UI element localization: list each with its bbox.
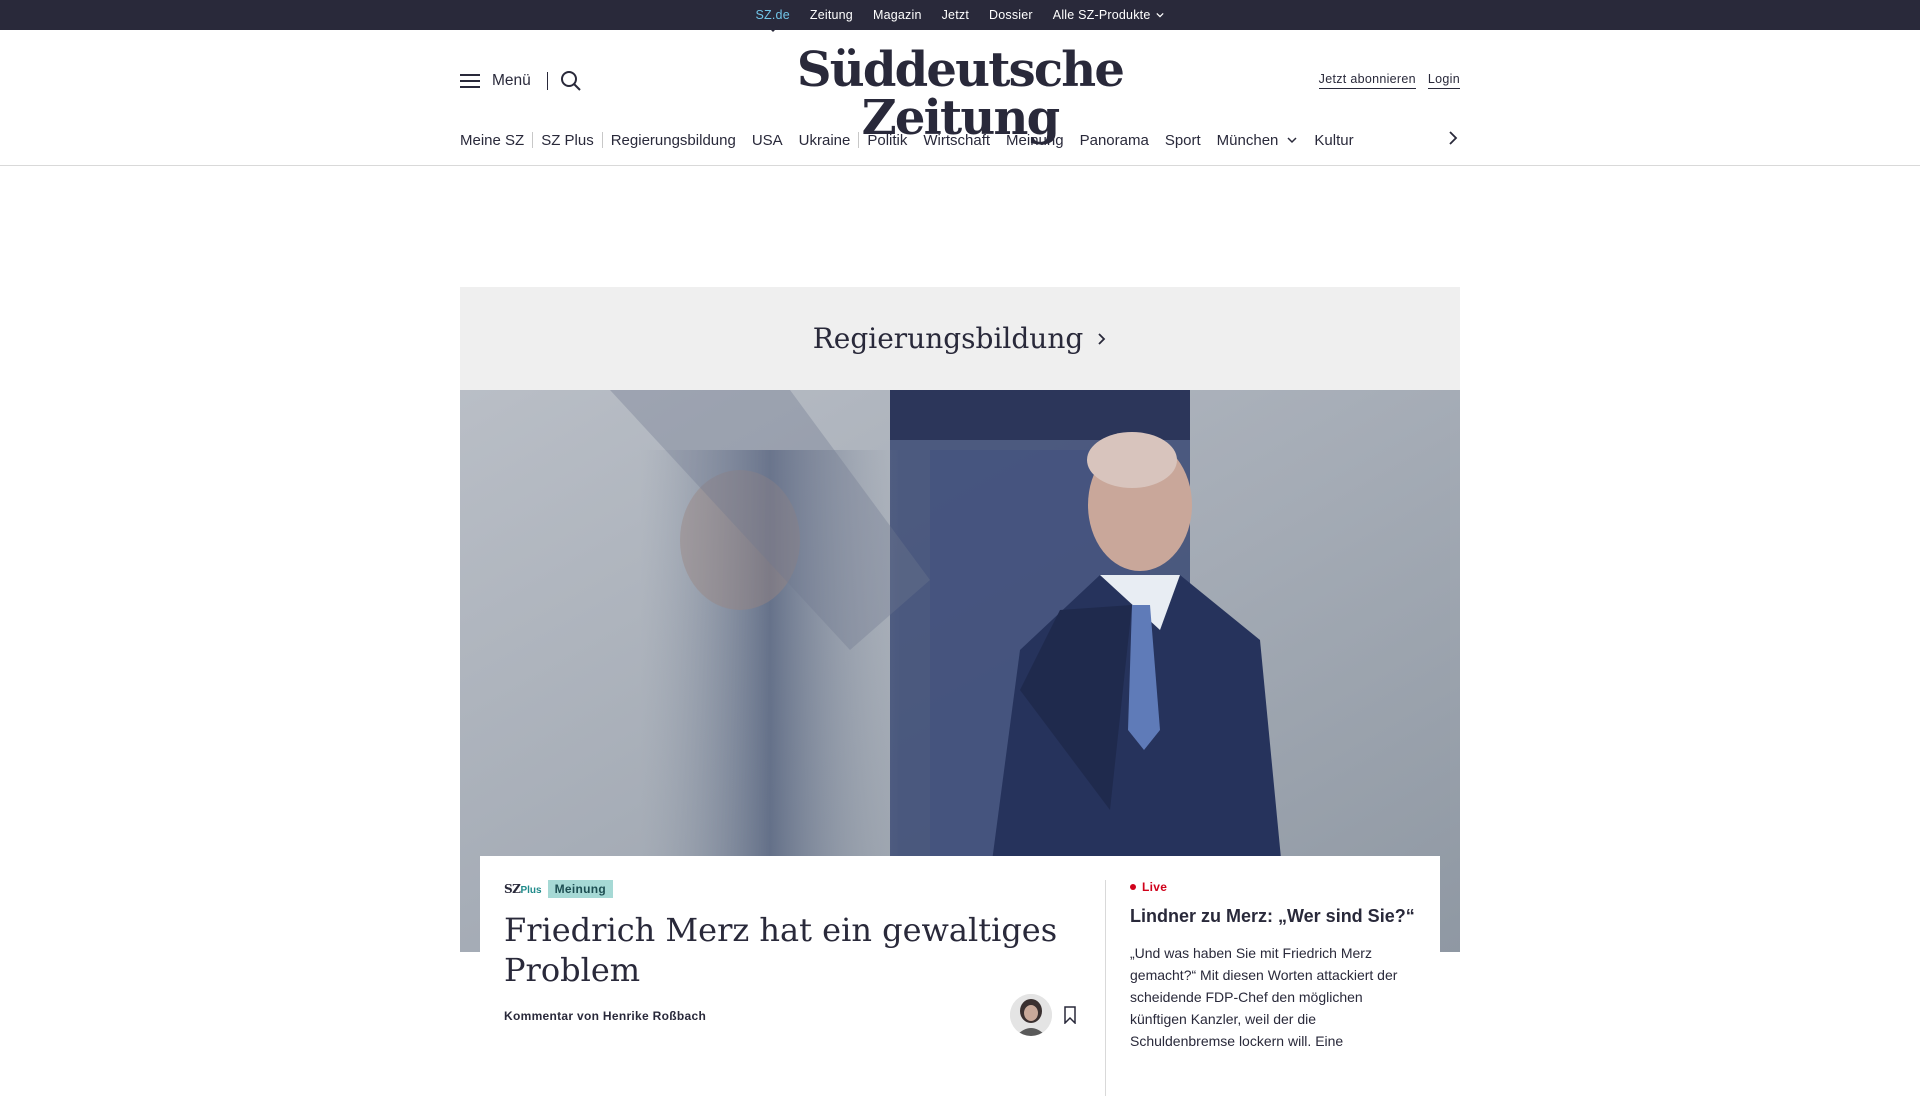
section-header: Regierungsbildung bbox=[460, 287, 1460, 390]
site-header: Menü Süddeutsche Zeitung Jetzt abonniere… bbox=[460, 30, 1460, 142]
teaser-divider bbox=[1105, 880, 1106, 1096]
section-link-regierungsbildung[interactable]: Regierungsbildung bbox=[813, 322, 1108, 355]
chevron-down-icon bbox=[1156, 12, 1165, 18]
nav-item-muenchen-label: München bbox=[1216, 131, 1279, 149]
top-product-bar: SZ.de Zeitung Magazin Jetzt Dossier Alle… bbox=[0, 0, 1920, 32]
topbar-link-alle-produkte[interactable]: Alle SZ-Produkte bbox=[1053, 8, 1165, 22]
hamburger-icon bbox=[460, 74, 480, 88]
nav-item-usa[interactable]: USA bbox=[752, 132, 783, 149]
nav-item-politik[interactable]: Politik bbox=[867, 132, 907, 149]
chevron-right-icon[interactable] bbox=[1446, 131, 1460, 145]
nav-item-meinung[interactable]: Meinung bbox=[1006, 132, 1064, 149]
nav-divider-line bbox=[0, 165, 1920, 166]
login-link[interactable]: Login bbox=[1427, 72, 1460, 89]
topbar-link-sz-de[interactable]: SZ.de bbox=[756, 8, 790, 32]
teaser-kicker: SZPlus Meinung bbox=[504, 880, 1080, 898]
nav-item-wirtschaft[interactable]: Wirtschaft bbox=[923, 132, 990, 149]
nav-divider bbox=[532, 132, 534, 148]
nav-divider bbox=[601, 132, 603, 148]
live-teaser[interactable]: Live Lindner zu Merz: „Wer sind Sie?“ „U… bbox=[1130, 880, 1420, 1052]
category-tag: Meinung bbox=[547, 880, 613, 898]
main-teaser[interactable]: SZPlus Meinung Friedrich Merz hat ein ge… bbox=[504, 880, 1080, 990]
header-divider bbox=[547, 72, 548, 90]
teaser-headline[interactable]: Friedrich Merz hat ein gewaltiges Proble… bbox=[504, 910, 1080, 990]
teaser-card: SZPlus Meinung Friedrich Merz hat ein ge… bbox=[480, 856, 1440, 1096]
sz-plus-logo-sz: SZ bbox=[504, 882, 521, 896]
section-title: Regierungsbildung bbox=[812, 322, 1084, 355]
header-actions: Jetzt abonnieren Login bbox=[1318, 72, 1460, 89]
sz-plus-logo-plus: Plus bbox=[520, 885, 542, 896]
main-navigation: Meine SZ SZ Plus Regierungsbildung USA U… bbox=[460, 128, 1460, 152]
search-icon[interactable] bbox=[560, 70, 582, 92]
live-dot-icon bbox=[1130, 884, 1136, 890]
nav-item-sz-plus[interactable]: SZ Plus bbox=[541, 132, 594, 149]
topbar-link-zeitung[interactable]: Zeitung bbox=[810, 8, 853, 22]
sz-plus-logo: SZPlus bbox=[504, 882, 542, 896]
chevron-down-icon bbox=[1287, 137, 1297, 144]
topbar-link-alle-produkte-label: Alle SZ-Produkte bbox=[1052, 8, 1151, 22]
nav-item-ukraine[interactable]: Ukraine bbox=[799, 132, 851, 149]
teaser-byline: Kommentar von Henrike Roßbach bbox=[504, 1009, 707, 1023]
live-label: Live bbox=[1142, 880, 1168, 894]
topbar-link-magazin[interactable]: Magazin bbox=[873, 8, 922, 22]
bookmark-icon[interactable] bbox=[1062, 1006, 1078, 1024]
avatar bbox=[1010, 994, 1052, 1036]
nav-item-panorama[interactable]: Panorama bbox=[1080, 132, 1149, 149]
live-teaser-text: „Und was haben Sie mit Friedrich Merz ge… bbox=[1130, 945, 1398, 1049]
topbar-link-jetzt[interactable]: Jetzt bbox=[942, 8, 969, 22]
nav-divider bbox=[858, 132, 860, 148]
nav-item-kultur[interactable]: Kultur bbox=[1314, 132, 1353, 149]
topbar-link-dossier[interactable]: Dossier bbox=[989, 8, 1033, 22]
chevron-right-icon bbox=[1098, 332, 1106, 345]
nav-item-muenchen[interactable]: München bbox=[1217, 132, 1299, 149]
menu-button[interactable]: Menü bbox=[460, 72, 531, 90]
nav-item-meine-sz[interactable]: Meine SZ bbox=[460, 132, 524, 149]
nav-item-regierungsbildung[interactable]: Regierungsbildung bbox=[611, 132, 736, 149]
subscribe-link[interactable]: Jetzt abonnieren bbox=[1318, 72, 1416, 89]
live-teaser-title[interactable]: Lindner zu Merz: „Wer sind Sie?“ bbox=[1130, 904, 1420, 928]
author-portrait-icon bbox=[1010, 994, 1052, 1036]
nav-item-sport[interactable]: Sport bbox=[1165, 132, 1201, 149]
live-badge: Live bbox=[1130, 880, 1420, 894]
menu-label: Menü bbox=[492, 72, 531, 89]
